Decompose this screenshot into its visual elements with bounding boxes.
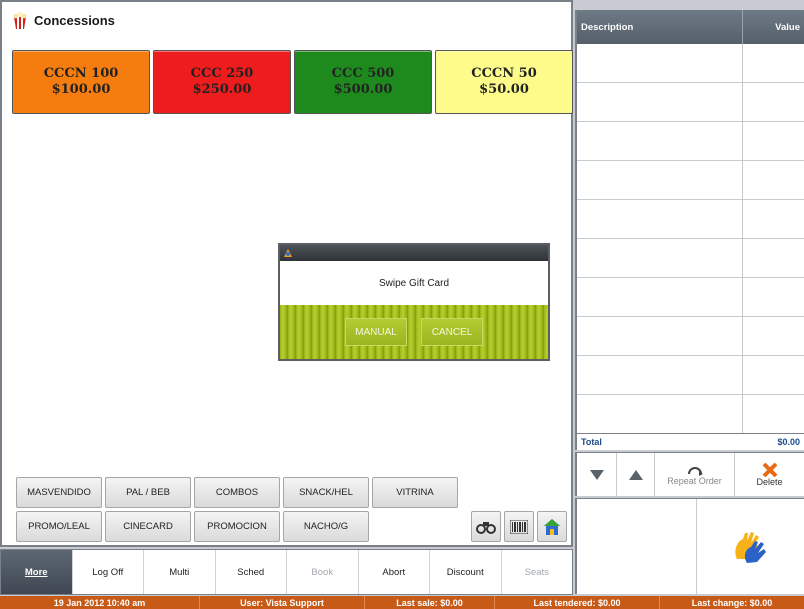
status-datetime: 19 Jan 2012 10:40 am: [0, 596, 200, 609]
barcode-icon: [510, 519, 528, 534]
bottom-nav: More Log Off Multi Sched Book Abort Disc…: [0, 549, 573, 595]
hands-icon: [734, 531, 766, 563]
order-row[interactable]: [577, 83, 804, 122]
item-button-row: CCCN 100 $100.00 CCC 250 $250.00 CCC 500…: [12, 50, 573, 114]
item-price: $100.00: [51, 82, 111, 97]
item-name: CCCN 50: [471, 66, 537, 81]
category-pal-beb[interactable]: PAL / BEB: [105, 477, 191, 508]
order-row[interactable]: [577, 161, 804, 200]
page-title: Concessions: [34, 12, 115, 28]
status-last-tendered: Last tendered: $0.00: [495, 596, 660, 609]
empty-slot: [577, 499, 697, 594]
nav-multi[interactable]: Multi: [144, 550, 216, 594]
order-extra-panel: [575, 498, 804, 594]
dialog-message: Swipe Gift Card: [378, 277, 450, 289]
popcorn-icon: [13, 11, 27, 29]
nav-sched[interactable]: Sched: [215, 550, 287, 594]
item-button-cccn50[interactable]: CCCN 50 $50.00: [435, 50, 573, 114]
concessions-panel: Concessions CCCN 100 $100.00 CCC 250 $25…: [0, 0, 573, 547]
nav-discount[interactable]: Discount: [430, 550, 502, 594]
cancel-button[interactable]: CANCEL: [421, 318, 483, 346]
order-row[interactable]: [577, 356, 804, 395]
manual-button[interactable]: MANUAL: [345, 318, 407, 346]
tool-icon-group: [471, 511, 567, 542]
status-last-change: Last change: $0.00: [691, 597, 773, 608]
delete-label: Delete: [756, 476, 783, 487]
total-label: Total: [581, 437, 602, 447]
category-grid: MASVENDIDO PAL / BEB COMBOS SNACK/HEL VI…: [16, 477, 466, 545]
item-price: $50.00: [479, 82, 529, 97]
delete-x-icon: [762, 462, 777, 477]
swipe-gift-card-dialog: Swipe Gift Card MANUAL CANCEL: [278, 243, 550, 361]
item-price: $250.00: [192, 82, 252, 97]
nav-seats[interactable]: Seats: [501, 550, 572, 594]
category-promocion[interactable]: PROMOCION: [194, 511, 280, 542]
scroll-down-button[interactable]: [577, 453, 617, 496]
home-icon: [544, 518, 560, 535]
category-row: PROMO/LEAL CINECARD PROMOCION NACHO/G: [16, 511, 466, 542]
category-row: MASVENDIDO PAL / BEB COMBOS SNACK/HEL VI…: [16, 477, 466, 508]
column-value: Value: [775, 22, 800, 33]
item-button-ccc500[interactable]: CCC 500 $500.00: [294, 50, 432, 114]
barcode-button[interactable]: [504, 511, 534, 542]
order-table-header: Description Value: [577, 10, 804, 44]
order-panel: Description Value Total $0.00: [575, 10, 804, 450]
column-description: Description: [577, 10, 743, 44]
repeat-order-label: Repeat Order: [667, 475, 722, 486]
item-button-cccn100[interactable]: CCCN 100 $100.00: [12, 50, 150, 114]
total-value: $0.00: [777, 437, 800, 447]
nav-abort[interactable]: Abort: [358, 550, 430, 594]
order-total-row: Total $0.00: [577, 433, 804, 450]
search-button[interactable]: [471, 511, 501, 542]
category-nacho-g[interactable]: NACHO/G: [283, 511, 369, 542]
dialog-titlebar: [280, 245, 548, 261]
order-row[interactable]: [577, 122, 804, 161]
category-promo-leal[interactable]: PROMO/LEAL: [16, 511, 102, 542]
order-row[interactable]: [577, 239, 804, 278]
status-last-sale: Last sale: $0.00: [365, 596, 495, 609]
scroll-up-button[interactable]: [617, 453, 655, 496]
category-vitrina[interactable]: VITRINA: [372, 477, 458, 508]
status-user: User: Vista Support: [200, 596, 365, 609]
order-row[interactable]: [577, 44, 804, 83]
order-row[interactable]: [577, 200, 804, 239]
status-bar: 19 Jan 2012 10:40 am User: Vista Support…: [0, 596, 804, 609]
hand-slot: [697, 499, 804, 594]
item-name: CCC 250: [190, 66, 254, 81]
category-combos[interactable]: COMBOS: [194, 477, 280, 508]
nav-more[interactable]: More: [1, 550, 73, 594]
up-arrow-icon: [628, 469, 643, 480]
order-row[interactable]: [577, 395, 804, 434]
app-icon: [284, 249, 292, 257]
nav-log-off[interactable]: Log Off: [72, 550, 144, 594]
item-button-ccc250[interactable]: CCC 250 $250.00: [153, 50, 291, 114]
item-name: CCC 500: [331, 66, 395, 81]
category-cinecard[interactable]: CINECARD: [105, 511, 191, 542]
nav-book[interactable]: Book: [287, 550, 359, 594]
binoculars-icon: [476, 521, 496, 534]
category-snack-hel[interactable]: SNACK/HEL: [283, 477, 369, 508]
title-bar: Concessions: [2, 2, 571, 38]
item-price: $500.00: [333, 82, 393, 97]
item-name: CCCN 100: [43, 66, 119, 81]
repeat-order-button[interactable]: Repeat Order: [655, 453, 735, 496]
dialog-button-bar: MANUAL CANCEL: [280, 305, 548, 359]
delete-button[interactable]: Delete: [735, 453, 804, 496]
order-row[interactable]: [577, 317, 804, 356]
order-row[interactable]: [577, 278, 804, 317]
down-arrow-icon: [589, 469, 604, 480]
category-masvendido[interactable]: MASVENDIDO: [16, 477, 102, 508]
repeat-icon: [687, 466, 703, 476]
order-controls: Repeat Order Delete: [575, 452, 804, 496]
home-button[interactable]: [537, 511, 567, 542]
